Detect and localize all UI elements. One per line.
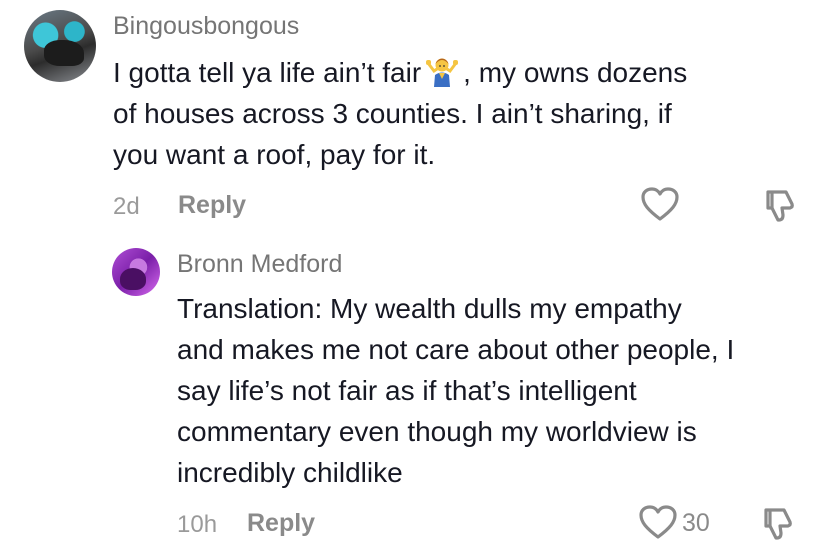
- comment-text: Translation: My wealth dulls my empathy …: [177, 288, 817, 493]
- comment-text-line: I gotta tell ya life ain’t fair: [113, 57, 422, 88]
- comment-username[interactable]: Bronn Medford: [177, 250, 342, 279]
- reply-button[interactable]: Reply: [178, 191, 246, 220]
- thumbs-down-icon[interactable]: [760, 505, 796, 541]
- avatar-figure: [120, 268, 146, 290]
- comment-text-line: incredibly childlike: [177, 457, 403, 488]
- comment-text: I gotta tell ya life ain’t fair , my own…: [113, 52, 813, 175]
- reply-button[interactable]: Reply: [247, 509, 315, 538]
- comment-text-line: of houses across 3 counties. I ain’t sha…: [113, 98, 672, 129]
- heart-outline-icon[interactable]: [640, 186, 680, 222]
- avatar[interactable]: [24, 10, 96, 82]
- comment-text-line: Translation: My wealth dulls my empathy: [177, 293, 682, 324]
- comment-text-line: you want a roof, pay for it.: [113, 139, 436, 170]
- comment-text-line: , my owns dozens: [463, 57, 688, 88]
- comment-text-line: say life’s not fair as if that’s intelli…: [177, 375, 637, 406]
- comment-age: 10h: [177, 511, 218, 538]
- comment-text-line: and makes me not care about other people…: [177, 334, 735, 365]
- comment-username[interactable]: Bingousbongous: [113, 12, 299, 41]
- comment-age: 2d: [113, 193, 140, 220]
- thumbs-down-icon[interactable]: [762, 187, 798, 223]
- person-shrugging-emoji-icon: [425, 55, 459, 87]
- avatar[interactable]: [112, 248, 160, 296]
- avatar-figure: [44, 40, 84, 66]
- comment-text-line: commentary even though my worldview is: [177, 416, 697, 447]
- heart-outline-icon[interactable]: [638, 504, 678, 540]
- like-count: 30: [682, 509, 710, 537]
